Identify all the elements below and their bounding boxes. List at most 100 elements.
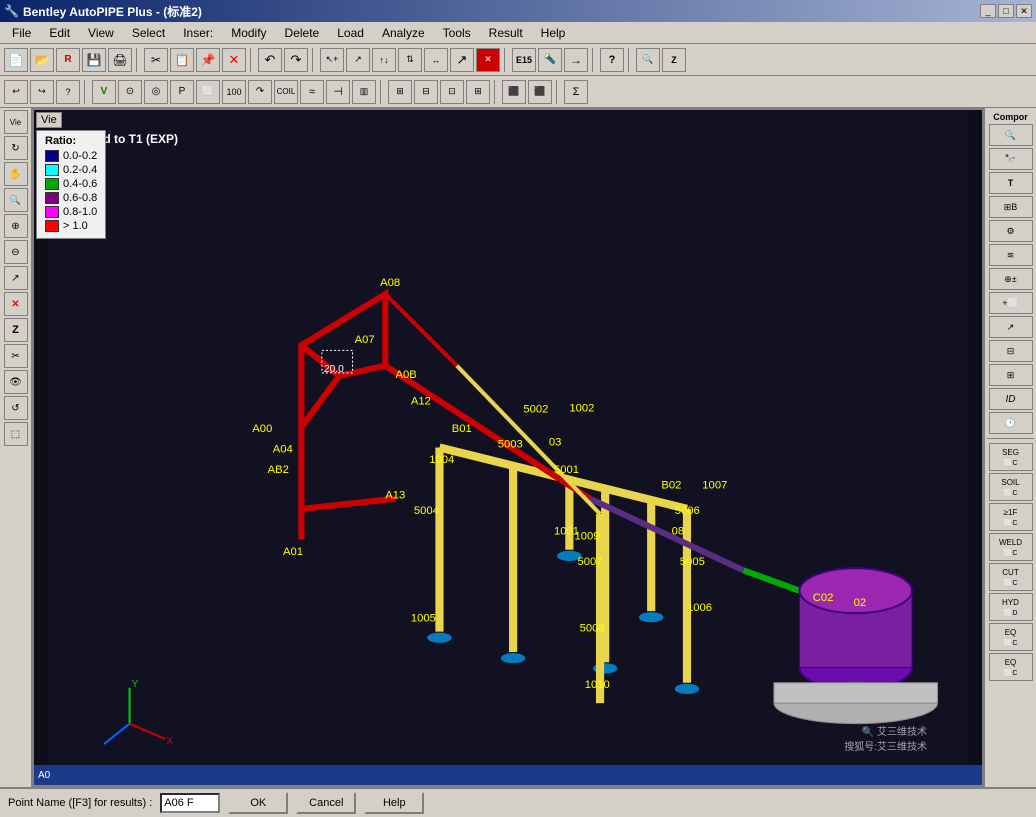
ok-button[interactable]: OK	[228, 792, 288, 814]
lt-zoomin[interactable]: ⊕	[4, 214, 28, 238]
lt-zoomout[interactable]: ⊖	[4, 240, 28, 264]
tool-a5[interactable]: ↔	[424, 48, 448, 72]
copy-button[interactable]: 📋	[170, 48, 194, 72]
rt-btn-waves[interactable]: ≋	[989, 244, 1033, 266]
t2-pipe2[interactable]: ▥	[352, 80, 376, 104]
t2-p[interactable]: P	[170, 80, 194, 104]
t2-circle[interactable]: ⊙	[118, 80, 142, 104]
paste-button[interactable]: 📌	[196, 48, 220, 72]
minimize-button[interactable]: _	[980, 4, 996, 18]
save-button[interactable]: 💾	[82, 48, 106, 72]
rt-btn-gear[interactable]: ⚙	[989, 220, 1033, 242]
lt-rotate[interactable]: ↻	[4, 136, 28, 160]
rt-btn-vert[interactable]: ⊞	[989, 364, 1033, 386]
menu-item-tools[interactable]: Tools	[435, 24, 479, 42]
t2-grid4[interactable]: ⊞	[466, 80, 490, 104]
lt-z[interactable]: Z	[4, 318, 28, 342]
tool-b1[interactable]: 🔦	[538, 48, 562, 72]
viewport-scrollbar[interactable]: ▲ ▼	[34, 785, 50, 787]
help-button-status[interactable]: Help	[364, 792, 424, 814]
tool-a4[interactable]: ⇅	[398, 48, 422, 72]
lt-eye[interactable]: 👁	[4, 370, 28, 394]
lt-select[interactable]: ↗	[4, 266, 28, 290]
delete-button[interactable]: ✕	[222, 48, 246, 72]
tool-grid[interactable]: E15	[512, 48, 536, 72]
rt-btn-cross[interactable]: ⊕±	[989, 268, 1033, 290]
tool-c1[interactable]: 🔍	[636, 48, 660, 72]
lt-rotate2[interactable]: ↺	[4, 396, 28, 420]
tool-r[interactable]: R	[56, 48, 80, 72]
menu-item-file[interactable]: File	[4, 24, 39, 42]
t2-calc[interactable]: ⬛	[502, 80, 526, 104]
undo-button[interactable]: ↶	[258, 48, 282, 72]
tool-select[interactable]: ↗	[450, 48, 474, 72]
hyd-button[interactable]: HYD⬜D	[989, 593, 1033, 621]
t2-num[interactable]: 100	[222, 80, 246, 104]
point-name-input[interactable]	[160, 793, 220, 813]
menu-item-inser:[interactable]: Inser:	[175, 24, 221, 42]
close-button[interactable]: ✕	[1016, 4, 1032, 18]
rt-btn-2[interactable]: 🔭	[989, 148, 1033, 170]
menu-item-analyze[interactable]: Analyze	[374, 24, 433, 42]
rt-btn-clock[interactable]: 🕐	[989, 412, 1033, 434]
t2-rect[interactable]: ⬜	[196, 80, 220, 104]
redo-button[interactable]: ↷	[284, 48, 308, 72]
t2-coil[interactable]: COIL	[274, 80, 298, 104]
cut-button[interactable]: ✂	[144, 48, 168, 72]
t2-grid3[interactable]: ⊡	[440, 80, 464, 104]
new-button[interactable]: 📄	[4, 48, 28, 72]
svg-text:08: 08	[672, 525, 685, 537]
rt-btn-plus[interactable]: +⬜	[989, 292, 1033, 314]
soil-button[interactable]: SOIL⬜C	[989, 473, 1033, 501]
cancel-button[interactable]: Cancel	[296, 792, 356, 814]
t2-v[interactable]: V	[92, 80, 116, 104]
menu-item-edit[interactable]: Edit	[41, 24, 78, 42]
cut-button[interactable]: CUT⬜C	[989, 563, 1033, 591]
t2-grid1[interactable]: ⊞	[388, 80, 412, 104]
t2-target[interactable]: ◎	[144, 80, 168, 104]
weld-button[interactable]: WELD⬜C	[989, 533, 1033, 561]
tool-arrow[interactable]: →	[564, 48, 588, 72]
rt-btn-horiz[interactable]: ⊟	[989, 340, 1033, 362]
menu-item-load[interactable]: Load	[329, 24, 372, 42]
lt-cube[interactable]: ⬚	[4, 422, 28, 446]
seg-button[interactable]: SEG⬜C	[989, 443, 1033, 471]
t2-sigma[interactable]: Σ	[564, 80, 588, 104]
rt-btn-id[interactable]: ID	[989, 388, 1033, 410]
menu-item-delete[interactable]: Delete	[277, 24, 328, 42]
lt-zoom[interactable]: 🔍	[4, 188, 28, 212]
maximize-button[interactable]: □	[998, 4, 1014, 18]
tool-c2[interactable]: Z	[662, 48, 686, 72]
tool-red[interactable]: ✕	[476, 48, 500, 72]
menu-item-modify[interactable]: Modify	[223, 24, 274, 42]
t2-pipe1[interactable]: ⊣	[326, 80, 350, 104]
lt-scissors[interactable]: ✂	[4, 344, 28, 368]
lt-x[interactable]: ✕	[4, 292, 28, 316]
lt-view[interactable]: Vie	[4, 110, 28, 134]
t2-arrow[interactable]: ↷	[248, 80, 272, 104]
t2-2[interactable]: ↪	[30, 80, 54, 104]
sif-button[interactable]: ≥1F⬜C	[989, 503, 1033, 531]
tool-a3[interactable]: ↑↓	[372, 48, 396, 72]
menu-item-help[interactable]: Help	[533, 24, 574, 42]
rt-btn-1[interactable]: 🔍	[989, 124, 1033, 146]
menu-item-view[interactable]: View	[80, 24, 122, 42]
t2-3[interactable]: ?	[56, 80, 80, 104]
t2-1[interactable]: ↩	[4, 80, 28, 104]
t2-calc2[interactable]: ⬛	[528, 80, 552, 104]
t2-grid2[interactable]: ⊟	[414, 80, 438, 104]
menu-item-result[interactable]: Result	[481, 24, 531, 42]
menu-item-select[interactable]: Select	[124, 24, 173, 42]
t2-waves[interactable]: ≈	[300, 80, 324, 104]
open-button[interactable]: 📂	[30, 48, 54, 72]
tool-a1[interactable]: ↖+	[320, 48, 344, 72]
eq1-button[interactable]: EQ⬜C	[989, 623, 1033, 651]
tool-a2[interactable]: ↗	[346, 48, 370, 72]
rt-btn-b[interactable]: ⊞B	[989, 196, 1033, 218]
help-button[interactable]: ?	[600, 48, 624, 72]
rt-btn-t[interactable]: T	[989, 172, 1033, 194]
print-button[interactable]: 🖨	[108, 48, 132, 72]
eq2-button[interactable]: EQ⬜C	[989, 653, 1033, 681]
rt-btn-arrow[interactable]: ↗	[989, 316, 1033, 338]
lt-hand[interactable]: ✋	[4, 162, 28, 186]
